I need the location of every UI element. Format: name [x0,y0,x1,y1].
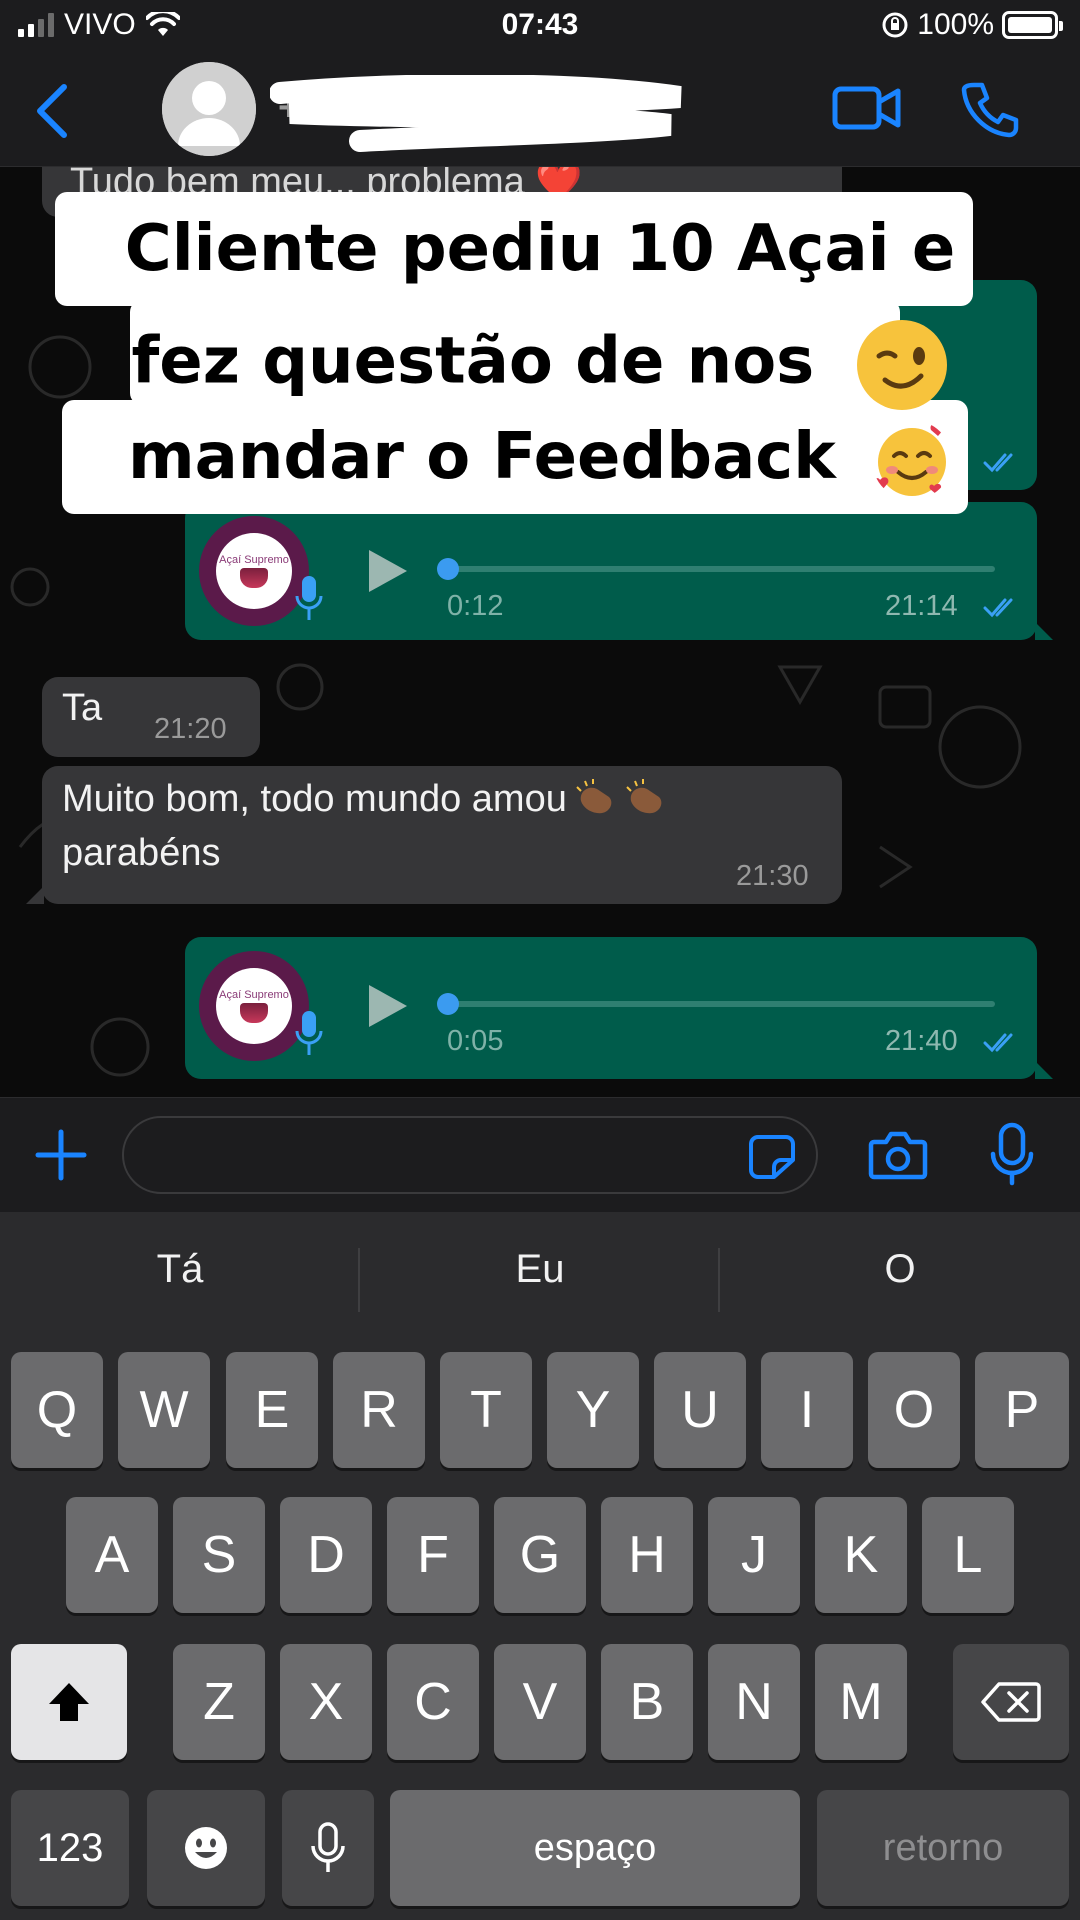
audio-progress-track[interactable] [437,993,995,1015]
back-button[interactable] [28,81,78,141]
key-k[interactable]: K [815,1497,907,1613]
play-button[interactable] [365,982,409,1030]
winking-face-emoji [856,320,947,410]
acai-cup-logo [240,568,268,588]
voice-sender-avatar: Açaí Supremo [199,951,309,1061]
voice-record-button[interactable] [990,1122,1034,1186]
incoming-message-bubble[interactable]: Muito bom, todo mundo amou parabéns 21:3… [26,766,842,904]
key-s[interactable]: S [173,1497,265,1613]
outgoing-voice-message[interactable]: Açaí Supremo 0:12 21:14 [185,502,1053,640]
keyboard: Tá Eu O Q W E R T Y U I O P A S D F G H … [0,1212,1080,1920]
key-b[interactable]: B [601,1644,693,1760]
key-u[interactable]: U [654,1352,746,1468]
read-receipt-icon [983,598,1013,618]
emoji-key[interactable] [147,1790,265,1906]
key-v[interactable]: V [494,1644,586,1760]
predictive-text-bar: Tá Eu O [0,1212,1080,1348]
key-x[interactable]: X [280,1644,372,1760]
suggestion-item[interactable]: Eu [360,1247,720,1292]
camera-button[interactable] [868,1128,928,1182]
return-key[interactable]: retorno [817,1790,1069,1906]
message-input[interactable] [122,1116,818,1194]
battery-icon [1002,11,1063,39]
message-composer [0,1097,1080,1212]
key-r[interactable]: R [333,1352,425,1468]
numbers-key[interactable]: 123 [11,1790,129,1906]
key-n[interactable]: N [708,1644,800,1760]
audio-scrubber[interactable] [437,558,459,580]
dictation-mic-icon [311,1822,345,1872]
space-key[interactable]: espaço [390,1790,800,1906]
attach-plus-button[interactable] [34,1128,88,1182]
outgoing-voice-message[interactable]: Açaí Supremo 0:05 21:40 [185,937,1053,1079]
key-p[interactable]: P [975,1352,1069,1468]
orientation-lock-icon [882,12,908,38]
message-time: 21:14 [885,590,958,622]
contact-avatar[interactable] [162,62,256,156]
key-w[interactable]: W [118,1352,210,1468]
key-j[interactable]: J [708,1497,800,1613]
message-text: Ta [62,687,103,729]
emoji-icon [185,1827,227,1869]
message-text-line2: parabéns [62,832,221,874]
key-l[interactable]: L [922,1497,1014,1613]
key-q[interactable]: Q [11,1352,103,1468]
caption-line-2: fez questão de nos [0,318,1080,412]
chat-header: +55 27 ····· [0,55,1080,167]
message-time: 21:20 [154,713,227,745]
voice-sender-avatar: Açaí Supremo [199,516,309,626]
clapping-hands-emoji [576,779,612,814]
shift-key[interactable] [11,1644,127,1760]
key-c[interactable]: C [387,1644,479,1760]
key-e[interactable]: E [226,1352,318,1468]
brand-logo-text: Açaí Supremo [219,554,289,566]
suggestion-item[interactable]: Tá [0,1247,360,1292]
status-bar: VIVO 07:43 100% [0,0,1080,55]
key-o[interactable]: O [868,1352,960,1468]
shift-icon [49,1683,89,1721]
key-a[interactable]: A [66,1497,158,1613]
voice-duration: 0:12 [447,590,504,622]
delete-key[interactable] [953,1644,1069,1760]
message-time: 21:40 [885,1025,958,1057]
key-z[interactable]: Z [173,1644,265,1760]
sticker-button[interactable] [748,1134,796,1180]
key-g[interactable]: G [494,1497,586,1613]
key-i[interactable]: I [761,1352,853,1468]
dictation-key[interactable] [282,1790,374,1906]
key-t[interactable]: T [440,1352,532,1468]
clapping-hands-emoji [626,779,662,814]
redaction-scribble [270,75,682,152]
key-y[interactable]: Y [547,1352,639,1468]
voice-duration: 0:05 [447,1025,504,1057]
battery-percent: 100% [917,8,994,41]
battery-group: 100% [881,8,1063,42]
key-d[interactable]: D [280,1497,372,1613]
play-button[interactable] [365,547,409,595]
backspace-icon [981,1682,1041,1722]
suggestion-item[interactable]: O [720,1247,1080,1292]
smiling-face-with-hearts-emoji [874,423,947,497]
voice-note-mic-icon [295,1011,323,1055]
acai-cup-logo [240,1003,268,1023]
default-person-icon [162,62,256,156]
read-receipt-icon [983,1033,1013,1053]
voice-call-button[interactable] [960,79,1020,139]
audio-progress-track[interactable] [437,558,995,580]
message-text: Muito bom, todo mundo amou parabéns [62,772,667,880]
key-m[interactable]: M [815,1644,907,1760]
caption-line-1: Cliente pediu 10 Açai e [124,212,956,286]
caption-line-3: mandar o Feedback [0,420,1080,500]
message-text-line1: Muito bom, todo mundo amou [62,778,567,820]
audio-scrubber[interactable] [437,993,459,1015]
key-f[interactable]: F [387,1497,479,1613]
video-call-button[interactable] [832,83,902,133]
voice-note-mic-icon [295,576,323,620]
brand-logo-text: Açaí Supremo [219,989,289,1001]
message-time: 21:30 [736,860,809,892]
key-h[interactable]: H [601,1497,693,1613]
incoming-message-bubble[interactable]: Ta 21:20 [42,677,260,757]
